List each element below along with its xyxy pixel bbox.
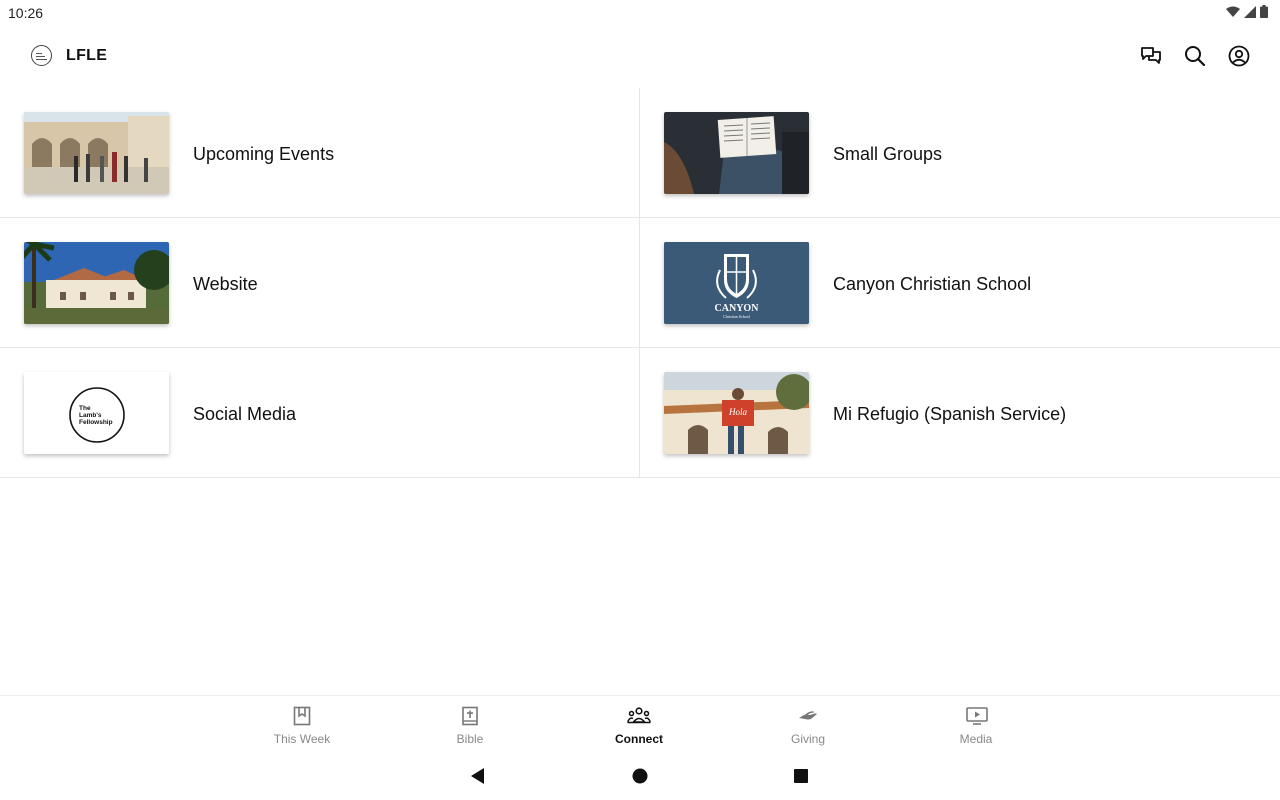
small-groups-thumbnail xyxy=(664,112,809,194)
nav-bible[interactable]: Bible xyxy=(415,696,525,752)
tile-website[interactable]: Website xyxy=(0,218,640,348)
nav-label: Bible xyxy=(456,732,484,746)
giving-hand-icon xyxy=(799,711,817,720)
nav-label: Connect xyxy=(615,732,663,746)
mi-refugio-thumbnail: Hola xyxy=(664,372,809,454)
tile-mi-refugio[interactable]: Hola Mi Refugio (Spanish Service) xyxy=(640,348,1280,478)
tile-label: Social Media xyxy=(193,404,297,424)
upcoming-events-thumbnail xyxy=(24,112,169,194)
status-time: 10:26 xyxy=(8,5,44,21)
website-thumbnail xyxy=(24,242,169,324)
nav-label: This Week xyxy=(273,732,331,746)
tile-small-groups[interactable]: Small Groups xyxy=(640,88,1280,218)
canyon-logo-text: CANYON xyxy=(715,303,760,314)
back-icon[interactable] xyxy=(467,766,487,786)
lambs-logo-line-2: Lamb's xyxy=(79,412,102,419)
bottom-navigation: This Week Bible Connect Giving Media xyxy=(0,695,1280,751)
battery-icon xyxy=(1260,5,1268,18)
tile-label: Upcoming Events xyxy=(193,144,335,164)
hola-sign-text: Hola xyxy=(728,407,748,417)
app-bar: LFLE xyxy=(0,24,1280,88)
account-icon xyxy=(1228,45,1250,67)
nav-media[interactable]: Media xyxy=(921,696,1031,752)
status-bar: 10:26 xyxy=(0,0,1280,24)
tile-label: Website xyxy=(193,274,258,294)
tile-label: Canyon Christian School xyxy=(833,274,1032,294)
home-icon[interactable] xyxy=(630,766,650,786)
connect-grid: Upcoming Events Small Groups Website CAN… xyxy=(0,88,1280,478)
recents-icon[interactable] xyxy=(791,766,811,786)
nav-label: Media xyxy=(959,732,993,746)
nav-label: Giving xyxy=(790,732,825,746)
nav-this-week[interactable]: This Week xyxy=(247,696,357,752)
app-title: LFLE xyxy=(66,47,108,64)
people-icon xyxy=(627,707,651,724)
bookmark-icon xyxy=(293,706,311,726)
tile-upcoming-events[interactable]: Upcoming Events xyxy=(0,88,640,218)
status-icons xyxy=(1226,5,1268,18)
nav-giving[interactable]: Giving xyxy=(753,696,863,752)
lambs-logo-line-3: Fellowship xyxy=(79,419,113,426)
tile-label: Mi Refugio (Spanish Service) xyxy=(833,404,1067,424)
app-actions xyxy=(1138,43,1252,69)
account-button[interactable] xyxy=(1226,43,1252,69)
canyon-logo-subtext: Christian School xyxy=(723,314,751,319)
signal-icon xyxy=(1244,5,1256,18)
system-navigation xyxy=(0,752,1280,800)
tile-social-media[interactable]: The Lamb's Fellowship Social Media xyxy=(0,348,640,478)
wifi-icon xyxy=(1226,6,1240,17)
tile-canyon-christian-school[interactable]: CANYON Christian School Canyon Christian… xyxy=(640,218,1280,348)
search-button[interactable] xyxy=(1182,43,1208,69)
nav-connect[interactable]: Connect xyxy=(584,696,694,752)
tile-label: Small Groups xyxy=(833,144,943,164)
chat-button[interactable] xyxy=(1138,43,1164,69)
social-media-thumbnail: The Lamb's Fellowship xyxy=(24,372,169,454)
canyon-school-thumbnail: CANYON Christian School xyxy=(664,242,809,324)
play-screen-icon xyxy=(966,707,988,725)
app-logo xyxy=(31,45,52,66)
bible-icon xyxy=(462,706,478,726)
chat-icon xyxy=(1141,47,1161,64)
search-icon xyxy=(1185,46,1206,67)
lambs-logo-line-1: The xyxy=(79,405,91,412)
